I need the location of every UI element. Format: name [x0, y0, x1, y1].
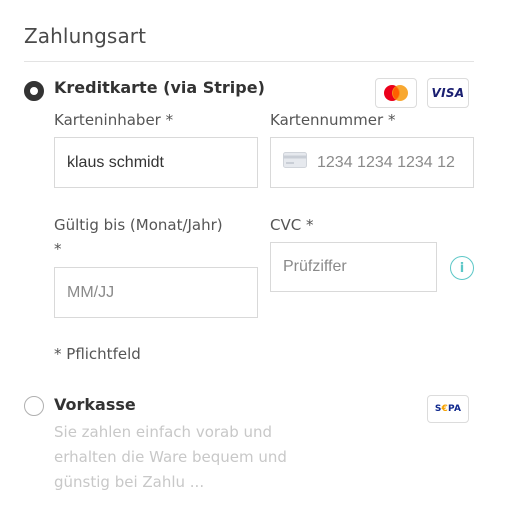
cvc-placeholder: Prüfziffer: [283, 258, 347, 275]
card-number-input[interactable]: 1234 1234 1234 12: [270, 137, 474, 188]
section-title: Zahlungsart: [24, 24, 147, 48]
cvc-label: CVC *: [270, 216, 314, 234]
visa-icon: VISA: [427, 78, 469, 108]
required-note: * Pflichtfeld: [54, 345, 141, 363]
credit-card-icon: [283, 152, 307, 173]
cvc-input[interactable]: Prüfziffer: [270, 242, 437, 292]
card-number-label: Kartennummer *: [270, 111, 396, 129]
mastercard-icon: [375, 78, 417, 108]
description-line: erhalten die Ware bequem und: [54, 448, 287, 466]
sepa-label: S€PA: [434, 404, 462, 414]
expiry-label: Gültig bis (Monat/Jahr): [54, 216, 223, 234]
visa-label: VISA: [431, 86, 465, 100]
sepa-icon: S€PA: [427, 395, 469, 423]
expiry-placeholder: MM/JJ: [67, 283, 115, 301]
info-icon[interactable]: i: [450, 256, 474, 280]
description-line: Sie zahlen einfach vorab und: [54, 423, 273, 441]
card-holder-label: Karteninhaber *: [54, 111, 174, 129]
prepayment-title[interactable]: Vorkasse: [54, 395, 136, 414]
card-number-placeholder: 1234 1234 1234 12: [317, 153, 455, 171]
divider: [24, 61, 474, 62]
description-line: günstig bei Zahlu ...: [54, 473, 205, 491]
expiry-input[interactable]: MM/JJ: [54, 267, 258, 318]
radio-credit-card[interactable]: [24, 81, 44, 101]
prepayment-description: Sie zahlen einfach vorab und erhalten di…: [54, 420, 344, 495]
card-holder-input[interactable]: klaus schmidt: [54, 137, 258, 188]
card-holder-value: klaus schmidt: [67, 153, 164, 171]
expiry-label-required: *: [54, 240, 62, 258]
credit-card-title[interactable]: Kreditkarte (via Stripe): [54, 78, 265, 97]
radio-prepayment[interactable]: [24, 396, 44, 416]
